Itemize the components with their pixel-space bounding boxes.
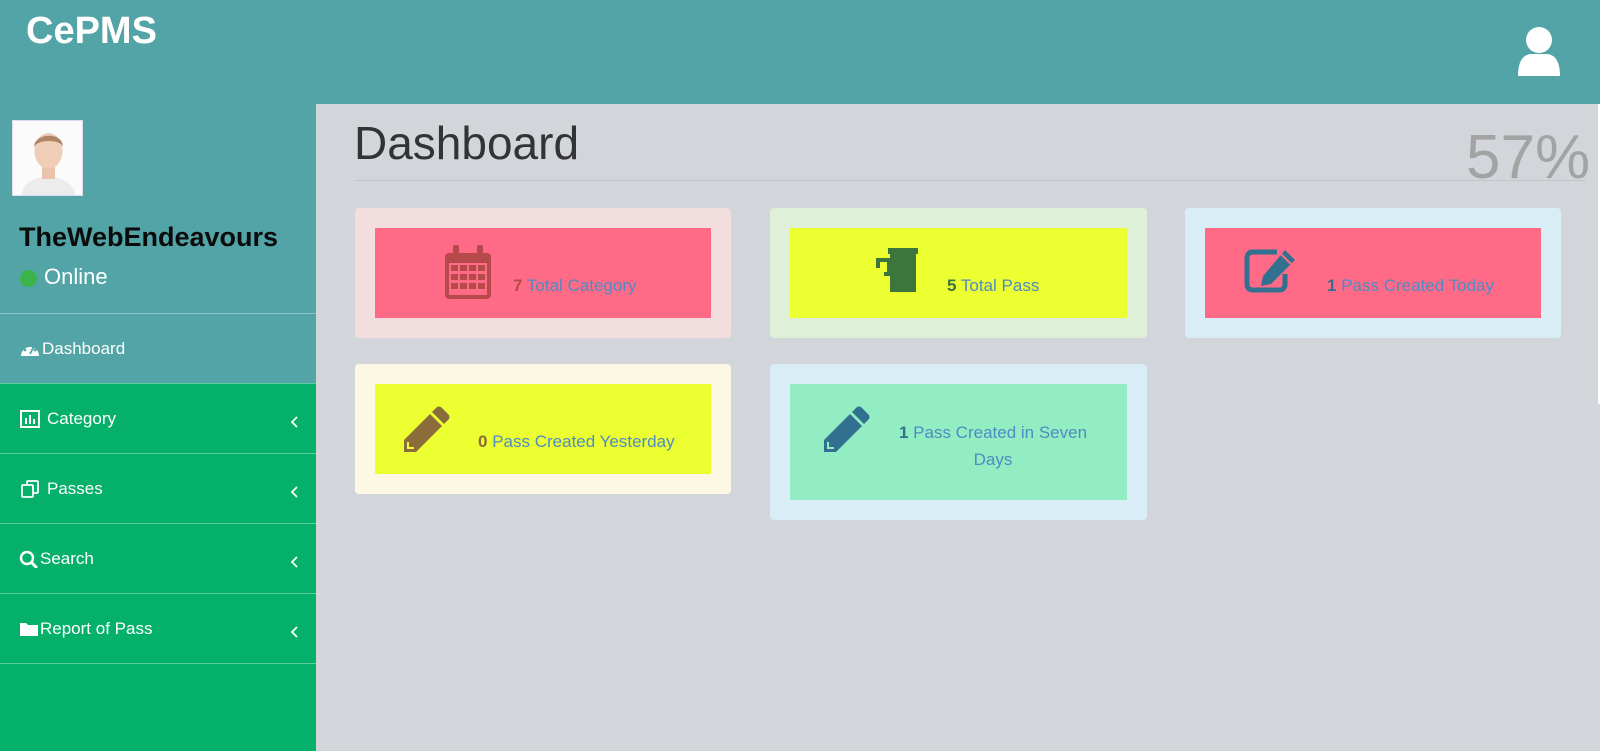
online-status-dot (20, 270, 37, 287)
stat-card-inner: 0 Pass Created Yesterday (375, 384, 711, 474)
user-menu-icon[interactable] (1516, 26, 1562, 78)
avatar (12, 120, 83, 196)
edit-icon (1243, 248, 1299, 299)
chevron-left-icon (289, 553, 299, 568)
chevron-left-icon (289, 413, 299, 428)
stat-text: 7 Total Category (513, 276, 637, 296)
title-divider (354, 180, 1586, 181)
sidebar-item-label: Search (40, 548, 94, 568)
stat-card-inner: 5 Total Pass (790, 228, 1127, 318)
stat-card-total-category[interactable]: 7 Total Category (355, 208, 731, 338)
stat-card-pass-created-today[interactable]: 1 Pass Created Today (1185, 208, 1561, 338)
stat-text: 5 Total Pass (947, 276, 1039, 296)
stat-count: 5 (947, 276, 957, 295)
dashboard-icon (20, 340, 40, 358)
chevron-left-icon (289, 623, 299, 638)
page-title: Dashboard (354, 117, 580, 169)
stat-card-inner: 1 Pass Created in Seven Days (790, 384, 1127, 500)
stat-label: Pass Created Today (1341, 276, 1494, 295)
sidebar-item-category[interactable]: Category (0, 384, 316, 453)
sidebar-item-label: Dashboard (42, 338, 126, 358)
pencil-icon (402, 406, 450, 459)
stat-count: 1 (1327, 276, 1337, 295)
top-navbar: CePMS (0, 0, 1600, 104)
sidebar-item-label: Report of Pass (40, 618, 153, 638)
stat-label: Total Pass (960, 276, 1040, 295)
stat-label: Total Category (526, 276, 637, 295)
stat-count: 0 (478, 432, 488, 451)
stat-card-total-pass[interactable]: 5 Total Pass (770, 208, 1147, 338)
stat-label: Pass Created Yesterday (492, 432, 675, 451)
stat-card-pass-created-yesterday[interactable]: 0 Pass Created Yesterday (355, 364, 731, 494)
progress-percent-overlay: 57% (1466, 123, 1591, 192)
chevron-left-icon (289, 483, 299, 498)
folder-icon (19, 620, 39, 638)
stat-count: 7 (513, 276, 523, 295)
sidebar-item-search[interactable]: Search (0, 524, 316, 593)
stat-card-inner: 7 Total Category (375, 228, 711, 318)
sidebar-divider (0, 663, 316, 664)
sidebar-item-report-of-pass[interactable]: Report of Pass (0, 594, 316, 663)
online-status-label: Online (44, 264, 108, 289)
stat-label: Pass Created in Seven Days (913, 423, 1088, 469)
pencil-icon (822, 406, 870, 459)
sidebar-item-passes[interactable]: Passes (0, 454, 316, 523)
sidebar-item-label: Passes (47, 478, 103, 498)
stat-count: 1 (898, 423, 909, 442)
stat-card-pass-created-seven-days[interactable]: 1 Pass Created in Seven Days (770, 364, 1147, 520)
sidebar-item-dashboard[interactable]: Dashboard (0, 314, 316, 383)
brand-logo[interactable]: CePMS (26, 10, 157, 53)
beer-mug-icon (874, 248, 922, 297)
sidebar-item-label: Category (47, 408, 116, 428)
calendar-icon (443, 245, 493, 306)
stat-text: 1 Pass Created in Seven Days (888, 419, 1098, 473)
stat-text: 1 Pass Created Today (1327, 276, 1494, 296)
search-icon (19, 550, 39, 568)
bar-chart-icon (20, 409, 40, 428)
sidebar: TheWebEndeavours Online Dashboard Catego… (0, 104, 316, 751)
user-name: TheWebEndeavours (19, 222, 279, 252)
stat-card-inner: 1 Pass Created Today (1205, 228, 1541, 318)
copy-icon (20, 479, 40, 498)
stat-text: 0 Pass Created Yesterday (478, 432, 675, 452)
